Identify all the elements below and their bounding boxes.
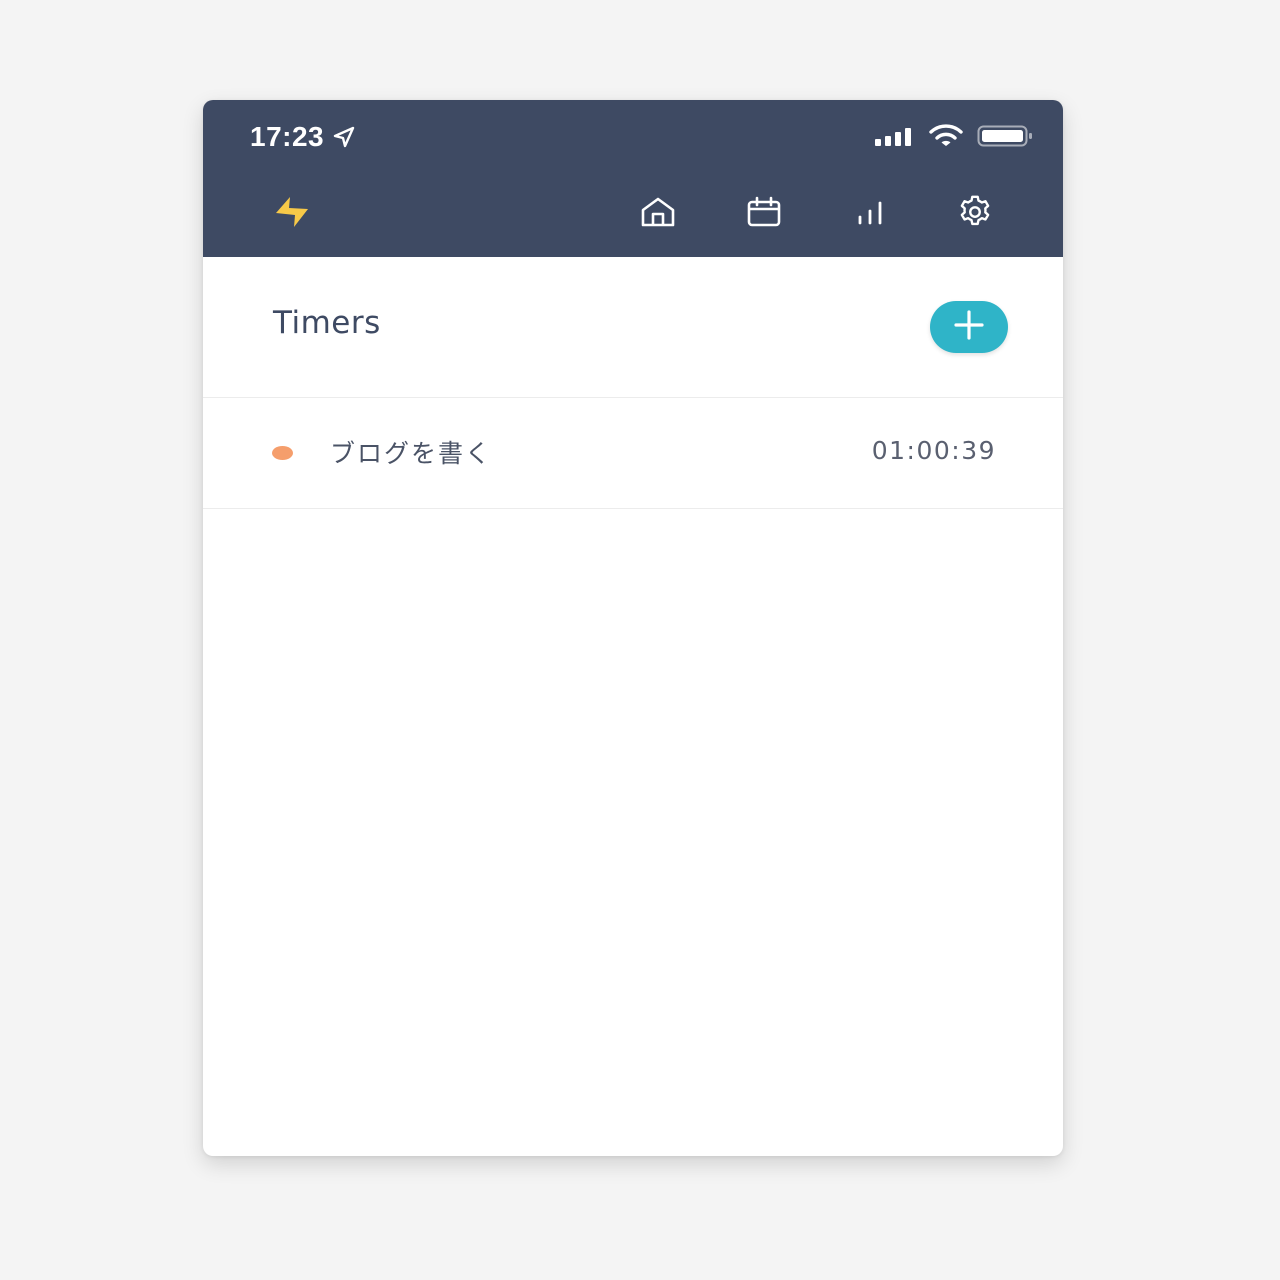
status-time-text: 17:23 — [250, 121, 325, 152]
nav-settings-button[interactable] — [953, 192, 997, 236]
wifi-icon — [929, 124, 963, 152]
timers-header: Timers — [203, 257, 1063, 398]
timer-color-dot — [272, 446, 293, 460]
lightning-bolt-icon — [272, 195, 312, 233]
top-bar: 17:23 — [203, 100, 1063, 257]
nav-calendar-button[interactable] — [742, 192, 786, 236]
page-title: Timers — [273, 305, 381, 341]
home-icon — [640, 196, 676, 232]
app-window: 17:23 Timers ブログを書く 01:00:39 — [203, 100, 1063, 1156]
timer-row[interactable]: ブログを書く 01:00:39 — [203, 398, 1063, 509]
timer-name: ブログを書く — [330, 439, 493, 468]
location-arrow-icon — [332, 125, 356, 149]
nav-stats-button[interactable] — [848, 192, 892, 236]
calendar-icon — [747, 196, 781, 232]
nav-home-button[interactable] — [636, 192, 680, 236]
bar-chart-icon — [855, 198, 885, 230]
plus-icon — [952, 308, 986, 346]
timer-elapsed: 01:00:39 — [871, 436, 996, 465]
logo-button[interactable] — [270, 192, 314, 236]
add-timer-button[interactable] — [930, 301, 1008, 353]
status-indicators — [875, 122, 1033, 154]
gear-icon — [956, 193, 994, 235]
status-time: 17:23 — [250, 118, 356, 156]
battery-icon — [977, 124, 1033, 152]
cellular-signal-icon — [875, 126, 915, 150]
